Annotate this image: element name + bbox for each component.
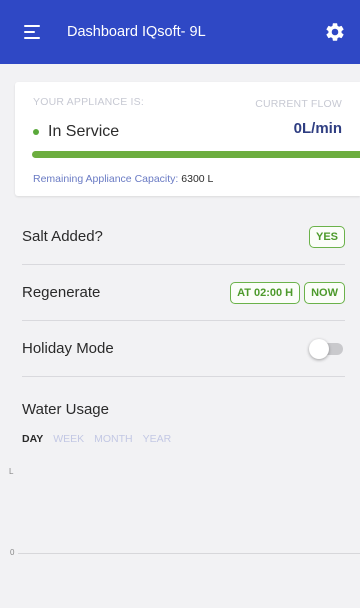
appliance-status-card: YOUR APPLIANCE IS: CURRENT FLOW In Servi… [15,82,360,196]
regenerate-row: Regenerate AT 02:00 H NOW [22,265,345,321]
salt-added-label: Salt Added? [22,228,103,245]
capacity-progress-bar [32,151,360,158]
holiday-mode-toggle[interactable] [309,338,345,359]
capacity-value: 6300 L [181,173,214,185]
holiday-mode-label: Holiday Mode [22,340,114,357]
current-flow-value: 0L/min [293,120,342,137]
tab-week[interactable]: WEEK [53,433,84,445]
water-usage-title: Water Usage [22,401,109,418]
tab-day[interactable]: DAY [22,433,43,445]
salt-added-yes-button[interactable]: YES [308,225,345,248]
regenerate-schedule-button[interactable]: AT 02:00 H [230,281,301,304]
capacity-label: Remaining Appliance Capacity: [33,173,179,185]
chart-y-axis-zero: 0 [10,548,15,557]
app-bar: Dashboard IQsoft- 9L [0,0,360,64]
holiday-mode-row: Holiday Mode [22,321,345,377]
chart-baseline [18,553,360,554]
status-text: In Service [48,123,120,140]
current-flow-label: CURRENT FLOW [255,98,342,110]
salt-added-row: Salt Added? YES [22,209,345,265]
page-title: Dashboard IQsoft- 9L [67,24,206,40]
usage-period-tabs: DAY WEEK MONTH YEAR [22,433,171,445]
appliance-label: YOUR APPLIANCE IS: [33,96,144,108]
capacity-progress-fill [32,151,360,158]
hamburger-menu-icon[interactable] [24,25,42,39]
chart-y-axis-unit: L [9,467,14,476]
tab-month[interactable]: MONTH [94,433,133,445]
tab-year[interactable]: YEAR [143,433,172,445]
appliance-status: In Service [33,123,119,141]
regenerate-label: Regenerate [22,284,101,301]
toggle-thumb [309,338,329,359]
gear-icon[interactable] [324,21,346,43]
remaining-capacity: Remaining Appliance Capacity: 6300 L [33,173,213,185]
regenerate-now-button[interactable]: NOW [304,281,345,304]
status-dot-icon [33,129,39,135]
